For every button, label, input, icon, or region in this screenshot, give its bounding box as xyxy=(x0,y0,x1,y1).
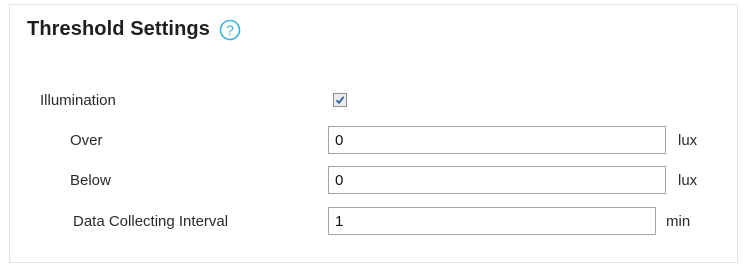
interval-label: Data Collecting Interval xyxy=(73,213,229,230)
interval-input[interactable] xyxy=(328,207,656,235)
panel-header: Threshold Settings ? xyxy=(27,18,241,41)
svg-text:?: ? xyxy=(226,22,234,38)
over-unit: lux xyxy=(678,132,698,149)
threshold-settings-panel: Threshold Settings ? Illumination Over l… xyxy=(9,4,738,263)
question-circle-icon[interactable]: ? xyxy=(219,19,241,41)
panel-title: Threshold Settings xyxy=(27,18,210,40)
over-label: Over xyxy=(70,132,103,149)
below-label: Below xyxy=(70,172,111,189)
below-input[interactable] xyxy=(328,166,666,194)
illumination-checkbox[interactable] xyxy=(333,93,347,107)
over-input[interactable] xyxy=(328,126,666,154)
illumination-label: Illumination xyxy=(40,92,116,109)
checkmark-icon xyxy=(335,96,345,105)
interval-unit: min xyxy=(666,213,691,230)
below-unit: lux xyxy=(678,172,698,189)
